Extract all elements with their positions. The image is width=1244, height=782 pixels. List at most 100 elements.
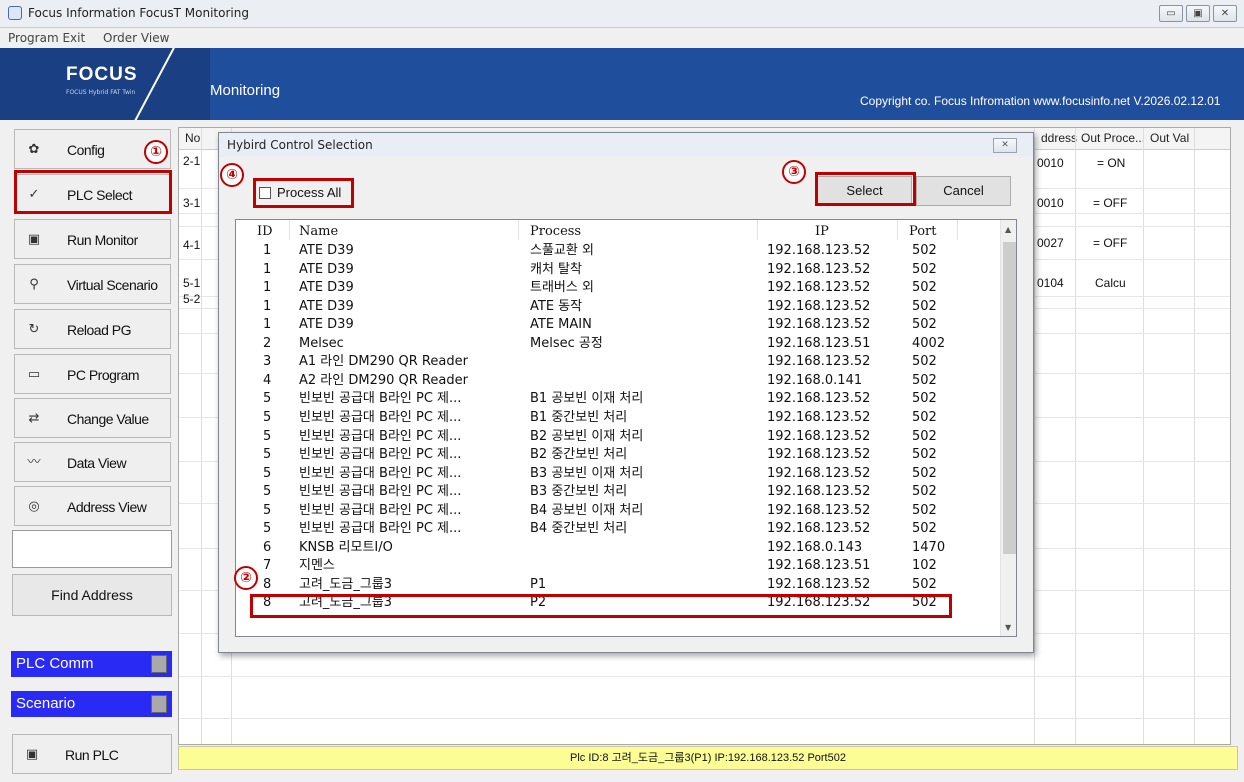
header-banner: FOCUS FOCUS Hybrid FAT Twin Monitoring C…	[0, 48, 1244, 120]
cell-id: 1	[263, 280, 272, 296]
address-search-input[interactable]	[12, 530, 172, 568]
cancel-button[interactable]: Cancel	[916, 176, 1011, 206]
scroll-down-icon[interactable]: ▼	[1005, 623, 1011, 632]
list-item[interactable]: 5 빈보빈 공급대 B라인 PC 제... B4 중간보빈 처리 192.168.12…	[236, 520, 998, 537]
run-plc-button[interactable]: ▣ Run PLC	[12, 734, 172, 774]
list-item[interactable]: 5 빈보빈 공급대 B라인 PC 제... B2 공보빈 이재 처리 192.168.…	[236, 428, 998, 445]
cell-process: 트래버스 외	[530, 280, 594, 296]
list-item[interactable]: 3 A1 라인 DM290 QR Reader 192.168.123.52 502	[236, 353, 998, 370]
plc-list[interactable]: ID Name Process IP Port 1 ATE D39 스풀교환 외 19…	[235, 219, 1017, 637]
nav-reload-pg-button[interactable]: ↻ Reload PG	[14, 309, 171, 349]
grid-row-address: 0027	[1037, 236, 1064, 250]
nav-data-view-button[interactable]: 〰 Data View	[14, 442, 171, 482]
cell-ip: 192.168.123.52	[767, 317, 871, 333]
cell-name: A2 라인 DM290 QR Reader	[299, 372, 468, 388]
nav-label: Address View	[67, 499, 147, 515]
list-item[interactable]: 8 고려_도금_그룹3 P1 192.168.123.52 502	[236, 576, 998, 593]
cell-port: 502	[912, 243, 937, 258]
cell-port: 502	[912, 409, 937, 425]
cell-id: 5	[263, 391, 272, 407]
plc-comm-label: PLC Comm	[16, 655, 94, 672]
list-item[interactable]: 1 ATE D39 스풀교환 외 192.168.123.52 502	[236, 242, 998, 259]
cell-port: 502	[912, 261, 937, 277]
column-header-id[interactable]: ID	[257, 224, 273, 239]
maximize-icon[interactable]: ▣	[1186, 5, 1210, 22]
monitor-icon: ▣	[27, 232, 41, 247]
cell-ip: 192.168.123.52	[767, 484, 871, 500]
cell-process: 캐처 탈착	[530, 261, 582, 277]
plc-comm-status: PLC Comm	[11, 651, 172, 677]
cell-process: B1 중간보빈 처리	[530, 409, 628, 425]
cell-port: 502	[912, 502, 937, 518]
list-item[interactable]: 1 ATE D39 ATE MAIN 192.168.123.52 502	[236, 316, 998, 333]
run-plc-label: Run PLC	[65, 747, 119, 763]
cell-port: 4002	[912, 335, 946, 351]
list-item[interactable]: 1 ATE D39 캐처 탈착 192.168.123.52 502	[236, 261, 998, 278]
cell-ip: 192.168.123.52	[767, 243, 871, 258]
grid-row-out-process: = ON	[1097, 156, 1126, 170]
list-item[interactable]: 5 빈보빈 공급대 B라인 PC 제... B4 공보빈 이재 처리 192.168.…	[236, 502, 998, 519]
cell-process: B4 중간보빈 처리	[530, 521, 628, 537]
list-item[interactable]: 5 빈보빈 공급대 B라인 PC 제... B1 공보빈 이재 처리 192.168.…	[236, 390, 998, 407]
nav-label: Config	[67, 142, 105, 158]
cell-port: 502	[912, 447, 937, 463]
nav-change-value-button[interactable]: ⇄ Change Value	[14, 398, 171, 438]
cell-id: 3	[263, 354, 272, 370]
menu-order-view[interactable]: Order View	[103, 31, 169, 45]
app-icon	[8, 6, 22, 20]
cell-port: 502	[912, 521, 937, 537]
status-bar: Plc ID:8 고려_도금_그룹3(P1) IP:192.168.123.52…	[178, 746, 1238, 770]
scenario-status: Scenario	[11, 691, 172, 717]
cell-ip: 192.168.123.52	[767, 447, 871, 463]
list-item[interactable]: 4 A2 라인 DM290 QR Reader 192.168.0.141 502	[236, 372, 998, 389]
column-header-process[interactable]: Process	[530, 224, 581, 239]
grid-header-address: ddress	[1041, 131, 1078, 145]
cell-ip: 192.168.123.52	[767, 465, 871, 481]
list-item[interactable]: 5 빈보빈 공급대 B라인 PC 제... B3 공보빈 이재 처리 192.168.…	[236, 465, 998, 482]
cell-port: 502	[912, 280, 937, 296]
nav-address-view-button[interactable]: ◎ Address View	[14, 486, 171, 526]
nav-label: Virtual Scenario	[67, 277, 158, 293]
column-header-ip[interactable]: IP	[815, 224, 829, 239]
dialog-title: Hybird Control Selection	[227, 138, 373, 152]
nav-label: Data View	[67, 455, 127, 471]
list-item[interactable]: 6 KNSB 리모트I/O 192.168.0.143 1470	[236, 539, 998, 556]
minimize-icon[interactable]: ▭	[1159, 5, 1183, 22]
cell-id: 5	[263, 447, 272, 463]
scroll-thumb[interactable]	[1003, 242, 1016, 554]
cell-name: 빈보빈 공급대 B라인 PC 제...	[299, 428, 462, 444]
menu-program-exit[interactable]: Program Exit	[8, 31, 85, 45]
list-item[interactable]: 7 지멘스 192.168.123.51 102	[236, 557, 998, 574]
grid-row-no: 5-1	[183, 276, 201, 290]
grid-header-out-process: Out Proce...	[1081, 131, 1146, 145]
list-item[interactable]: 5 빈보빈 공급대 B라인 PC 제... B1 중간보빈 처리 192.168.12…	[236, 409, 998, 426]
list-scrollbar[interactable]: ▲ ▼	[1000, 220, 1016, 636]
cell-name: KNSB 리모트I/O	[299, 539, 393, 555]
column-header-name[interactable]: Name	[299, 224, 338, 239]
close-icon[interactable]: ✕	[1213, 5, 1237, 22]
nav-virtual-scenario-button[interactable]: ⚲ Virtual Scenario	[14, 264, 171, 304]
list-item[interactable]: 1 ATE D39 트래버스 외 192.168.123.52 502	[236, 279, 998, 296]
cell-name: 빈보빈 공급대 B라인 PC 제...	[299, 409, 462, 425]
nav-run-monitor-button[interactable]: ▣ Run Monitor	[14, 219, 171, 259]
list-item[interactable]: 1 ATE D39 ATE 동작 192.168.123.52 502	[236, 298, 998, 315]
list-item[interactable]: 5 빈보빈 공급대 B라인 PC 제... B2 중간보빈 처리 192.168.12…	[236, 446, 998, 463]
cell-process: B3 공보빈 이재 처리	[530, 465, 644, 481]
cell-name: 빈보빈 공급대 B라인 PC 제...	[299, 447, 462, 463]
find-address-button[interactable]: Find Address	[12, 574, 172, 616]
column-header-port[interactable]: Port	[909, 224, 937, 239]
list-item[interactable]: 5 빈보빈 공급대 B라인 PC 제... B3 중간보빈 처리 192.168.12…	[236, 483, 998, 500]
cell-id: 1	[263, 298, 272, 314]
cell-id: 1	[263, 317, 272, 333]
highlight-select-button	[815, 172, 916, 206]
cell-process: P1	[530, 576, 547, 592]
section-title: Monitoring	[210, 82, 281, 99]
dialog-close-icon[interactable]: ✕	[993, 138, 1017, 153]
cell-ip: 192.168.123.52	[767, 391, 871, 407]
grid-row-out-process: Calcu	[1095, 276, 1126, 290]
list-item[interactable]: 2 Melsec Melsec 공정 192.168.123.51 4002	[236, 335, 998, 352]
annotation-2: ②	[234, 566, 258, 590]
plc-comm-indicator	[151, 655, 167, 673]
nav-pc-program-button[interactable]: ▭ PC Program	[14, 354, 171, 394]
scroll-up-icon[interactable]: ▲	[1005, 225, 1011, 234]
